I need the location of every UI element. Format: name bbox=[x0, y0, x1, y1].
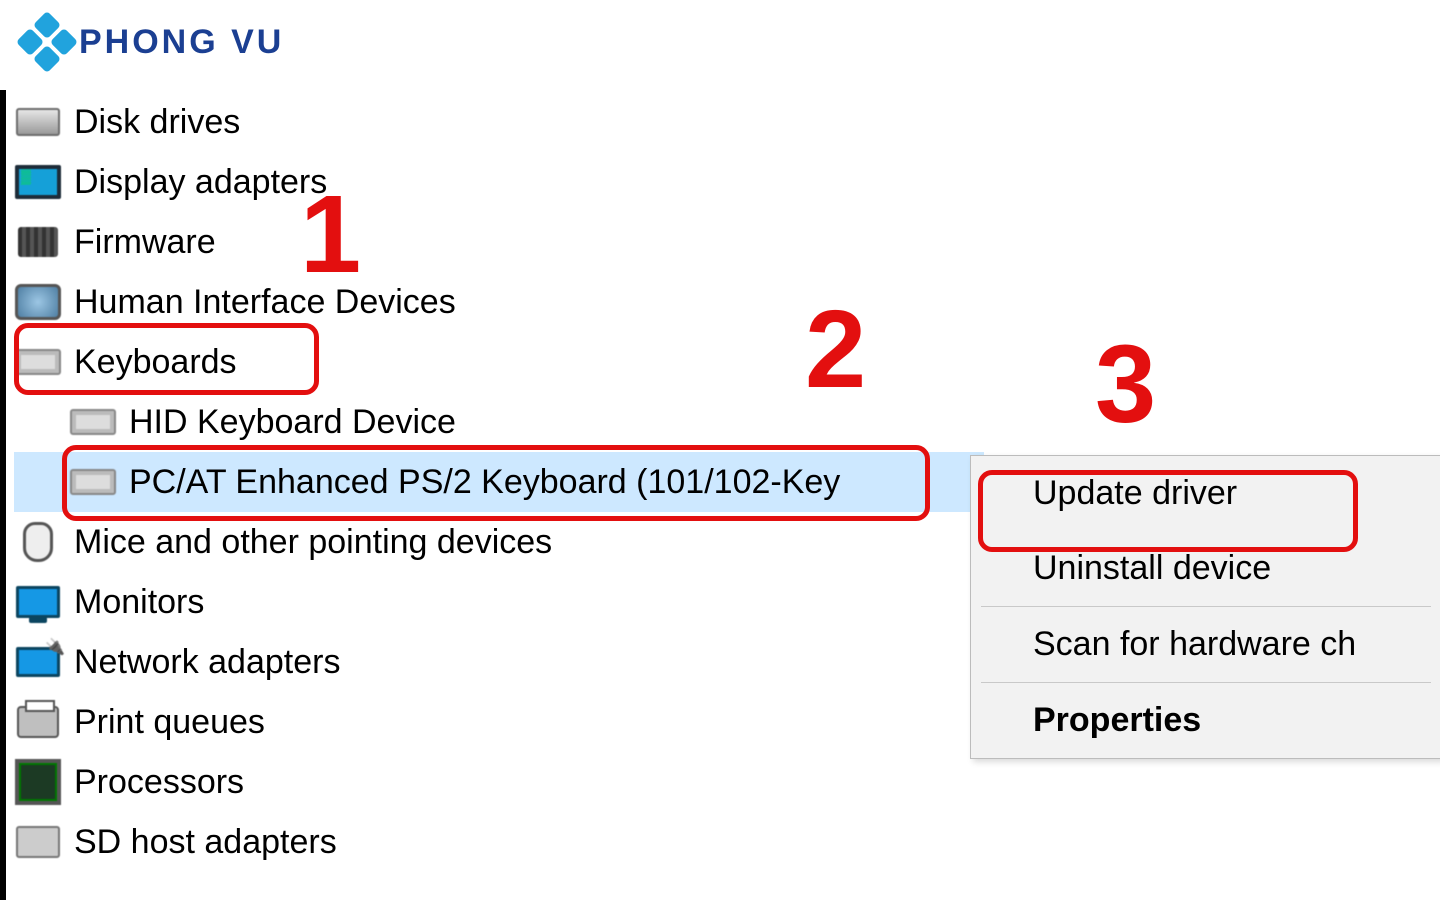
context-menu-properties[interactable]: Properties bbox=[971, 683, 1440, 758]
tree-item-label: Display adapters bbox=[74, 165, 327, 199]
tree-item-network-adapters[interactable]: Network adapters bbox=[14, 632, 984, 692]
tree-item-print-queues[interactable]: Print queues bbox=[14, 692, 984, 752]
context-menu-update-driver[interactable]: Update driver bbox=[971, 456, 1440, 531]
tree-item-label: Firmware bbox=[74, 225, 216, 259]
printer-icon bbox=[14, 703, 62, 741]
brand-logo-text: PHONG VU bbox=[79, 23, 284, 62]
tree-item-ps2-keyboard[interactable]: PC/AT Enhanced PS/2 Keyboard (101/102-Ke… bbox=[14, 452, 984, 512]
keyboard-icon bbox=[14, 343, 62, 381]
tree-item-label: HID Keyboard Device bbox=[129, 405, 456, 439]
tree-item-hid[interactable]: Human Interface Devices bbox=[14, 272, 984, 332]
monitor-icon bbox=[14, 583, 62, 621]
tree-item-display-adapters[interactable]: Display adapters bbox=[14, 152, 984, 212]
window-edge bbox=[0, 90, 6, 900]
tree-item-disk-drives[interactable]: Disk drives bbox=[14, 92, 984, 152]
sd-icon bbox=[14, 823, 62, 861]
tree-item-label: Processors bbox=[74, 765, 244, 799]
tree-item-keyboards[interactable]: Keyboards bbox=[14, 332, 984, 392]
tree-item-label: Keyboards bbox=[74, 345, 237, 379]
tree-item-label: Disk drives bbox=[74, 105, 240, 139]
tree-item-label: Mice and other pointing devices bbox=[74, 525, 552, 559]
tree-item-label: SD host adapters bbox=[74, 825, 337, 859]
tree-item-hid-keyboard[interactable]: HID Keyboard Device bbox=[14, 392, 984, 452]
keyboard-icon bbox=[69, 403, 117, 441]
device-manager-tree: Disk drives Display adapters Firmware Hu… bbox=[14, 92, 984, 872]
tree-item-sd-host-adapters[interactable]: SD host adapters bbox=[14, 812, 984, 872]
annotation-step-3: 3 bbox=[1095, 330, 1156, 440]
tree-item-processors[interactable]: Processors bbox=[14, 752, 984, 812]
context-menu: Update driver Uninstall device Scan for … bbox=[970, 455, 1440, 759]
brand-logo: PHONG VU bbox=[25, 20, 284, 64]
tree-item-mice[interactable]: Mice and other pointing devices bbox=[14, 512, 984, 572]
cpu-icon bbox=[14, 763, 62, 801]
firmware-icon bbox=[14, 223, 62, 261]
mouse-icon bbox=[14, 523, 62, 561]
context-menu-uninstall-device[interactable]: Uninstall device bbox=[971, 531, 1440, 606]
brand-logo-icon bbox=[16, 11, 78, 73]
tree-item-label: Network adapters bbox=[74, 645, 340, 679]
tree-item-monitors[interactable]: Monitors bbox=[14, 572, 984, 632]
keyboard-icon bbox=[69, 463, 117, 501]
context-menu-scan-hardware[interactable]: Scan for hardware ch bbox=[971, 607, 1440, 682]
tree-item-label: Monitors bbox=[74, 585, 204, 619]
hid-icon bbox=[14, 283, 62, 321]
tree-item-label: PC/AT Enhanced PS/2 Keyboard (101/102-Ke… bbox=[129, 465, 840, 499]
display-adapter-icon bbox=[14, 163, 62, 201]
tree-item-label: Human Interface Devices bbox=[74, 285, 456, 319]
disk-icon bbox=[14, 103, 62, 141]
tree-item-label: Print queues bbox=[74, 705, 265, 739]
tree-item-firmware[interactable]: Firmware bbox=[14, 212, 984, 272]
network-icon bbox=[14, 643, 62, 681]
